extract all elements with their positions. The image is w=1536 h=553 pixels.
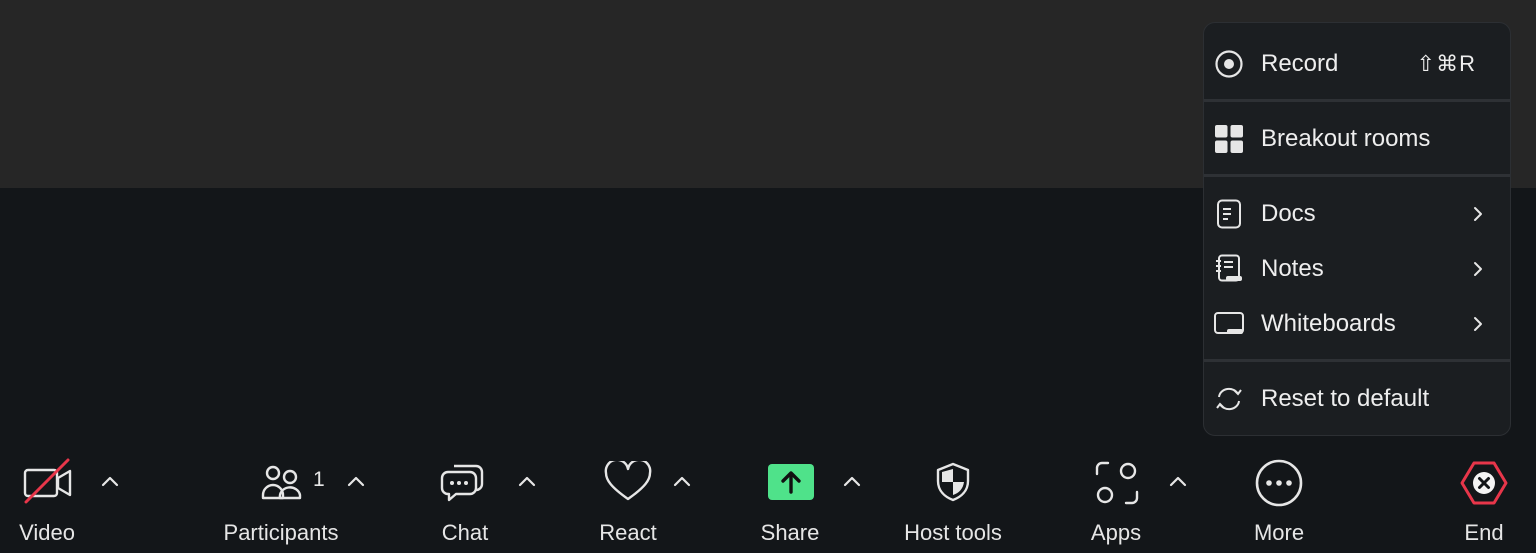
reset-icon [1214, 384, 1244, 414]
participants-options-caret[interactable] [345, 470, 367, 492]
menu-item-record[interactable]: Record ⇧⌘R [1204, 38, 1510, 90]
participants-count: 1 [313, 468, 325, 491]
end-label: End [1464, 520, 1504, 545]
menu-divider [1204, 174, 1510, 177]
host-tools-label: Host tools [904, 520, 1002, 545]
menu-item-label: Record [1261, 50, 1339, 77]
chevron-right-icon [1468, 314, 1488, 334]
share-label: Share [760, 520, 820, 545]
end-meeting-icon [1460, 459, 1508, 507]
video-options-caret[interactable] [99, 470, 121, 492]
menu-item-label: Breakout rooms [1261, 125, 1431, 152]
participants-icon [260, 461, 306, 503]
share-screen-icon [767, 463, 815, 501]
chat-icon [440, 458, 488, 504]
menu-item-label: Notes [1261, 255, 1324, 282]
chevron-right-icon [1468, 204, 1488, 224]
notes-icon [1214, 254, 1244, 284]
menu-item-label: Whiteboards [1261, 310, 1396, 337]
more-icon [1254, 458, 1304, 508]
chat-options-caret[interactable] [516, 470, 538, 492]
record-icon [1214, 49, 1244, 79]
share-options-caret[interactable] [841, 470, 863, 492]
react-options-caret[interactable] [671, 470, 693, 492]
menu-item-whiteboards[interactable]: Whiteboards [1204, 298, 1510, 350]
apps-icon [1094, 460, 1140, 506]
menu-item-label: Docs [1261, 200, 1316, 227]
record-shortcut: ⇧⌘R [1416, 51, 1476, 76]
participants-label: Participants [223, 520, 339, 545]
chevron-right-icon [1468, 259, 1488, 279]
more-label: More [1253, 520, 1305, 545]
menu-item-label: Reset to default [1261, 385, 1430, 412]
video-off-icon [22, 458, 74, 504]
breakout-rooms-icon [1214, 124, 1244, 154]
menu-divider [1204, 359, 1510, 362]
more-menu: Record ⇧⌘R Breakout rooms Docs Notes Whi… [1203, 22, 1511, 436]
react-label: React [599, 520, 657, 545]
apps-options-caret[interactable] [1167, 470, 1189, 492]
menu-item-docs[interactable]: Docs [1204, 188, 1510, 240]
menu-item-reset-to-default[interactable]: Reset to default [1204, 373, 1510, 425]
menu-item-breakout-rooms[interactable]: Breakout rooms [1204, 113, 1510, 165]
heart-icon [603, 461, 653, 503]
menu-divider [1204, 99, 1510, 102]
docs-icon [1214, 199, 1244, 229]
chat-label: Chat [441, 520, 489, 545]
shield-icon [933, 461, 973, 503]
whiteboards-icon [1214, 309, 1244, 339]
apps-label: Apps [1090, 520, 1142, 545]
video-label: Video [19, 520, 75, 545]
menu-item-notes[interactable]: Notes [1204, 243, 1510, 295]
